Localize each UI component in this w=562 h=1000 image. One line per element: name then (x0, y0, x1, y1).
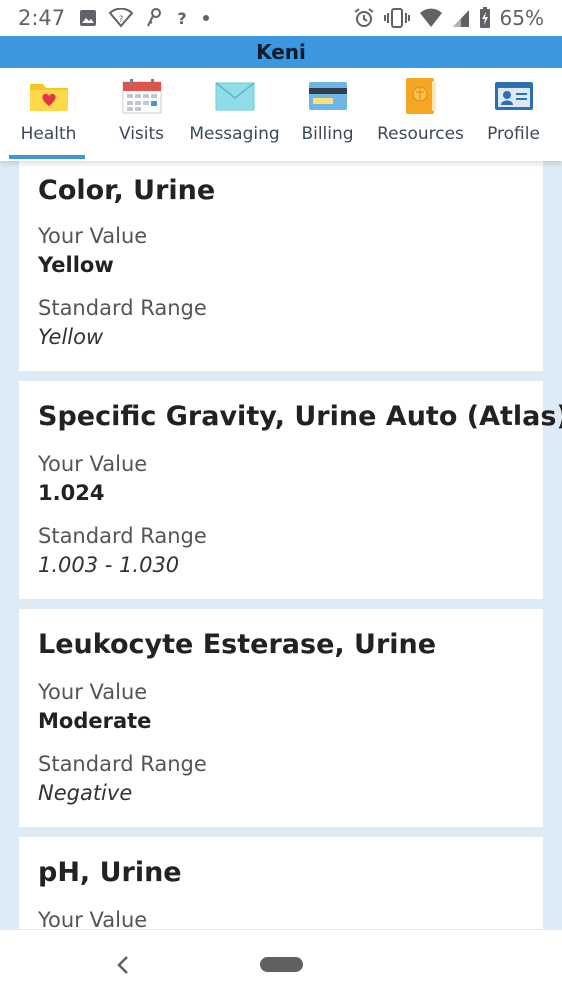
result-card: Specific Gravity, Urine Auto (Atlas) You… (19, 381, 562, 599)
folder-heart-icon (28, 78, 70, 114)
app-header: Keni (0, 36, 562, 68)
results-list[interactable]: Color, Urine Your Value Yellow Standard … (0, 161, 562, 929)
status-left-icons: ? ? (79, 7, 211, 29)
result-title: Specific Gravity, Urine Auto (Atlas) (38, 401, 562, 432)
battery-percent: 65% (499, 6, 544, 30)
range-label: Standard Range (38, 752, 207, 776)
result-card: Leukocyte Esterase, Urine Your Value Mod… (19, 609, 543, 827)
result-card: Color, Urine Your Value Yellow Standard … (19, 161, 543, 371)
envelope-icon (214, 78, 256, 114)
help-question-icon: ? (175, 8, 189, 28)
tab-health-label: Health (20, 124, 77, 144)
tab-visits[interactable]: Visits (95, 68, 188, 161)
svg-text:?: ? (119, 15, 124, 25)
result-title: Leukocyte Esterase, Urine (38, 629, 437, 660)
standard-range: Negative (38, 781, 133, 805)
app-title: Keni (256, 40, 306, 64)
book-icon (400, 78, 442, 114)
dot-icon (201, 13, 211, 23)
credit-card-icon (307, 78, 349, 114)
result-value: Moderate (38, 709, 152, 733)
result-title: Color, Urine (38, 175, 216, 206)
value-label: Your Value (38, 224, 148, 248)
tab-profile-label: Profile (487, 124, 540, 144)
tab-billing[interactable]: Billing (281, 68, 374, 161)
result-value: 1.024 (38, 481, 105, 505)
tab-messaging-label: Messaging (189, 124, 280, 144)
system-nav-bar (0, 929, 562, 1000)
status-right-icons: 65% (353, 6, 544, 30)
alarm-icon (353, 7, 375, 29)
value-label: Your Value (38, 908, 148, 929)
tab-resources[interactable]: Resources (374, 68, 467, 161)
active-tab-indicator (9, 155, 85, 159)
tab-health[interactable]: Health (2, 68, 95, 161)
tab-resources-label: Resources (377, 124, 464, 144)
status-time: 2:47 (18, 6, 66, 30)
tab-billing-label: Billing (301, 124, 354, 144)
chevron-left-icon[interactable] (110, 950, 136, 980)
range-label: Standard Range (38, 296, 207, 320)
status-bar: 2:47 ? ? 65% (0, 0, 562, 36)
vibrate-icon (383, 7, 410, 29)
home-pill-icon[interactable] (260, 957, 303, 972)
main-nav: Health Visits Messaging Billing Resource… (0, 68, 562, 161)
tab-messaging[interactable]: Messaging (188, 68, 281, 161)
calendar-icon (121, 78, 163, 114)
value-label: Your Value (38, 452, 148, 476)
wifi-question-icon: ? (109, 8, 134, 28)
standard-range: 1.003 - 1.030 (38, 553, 180, 577)
result-value: Yellow (38, 253, 114, 277)
battery-icon (479, 7, 491, 29)
tab-visits-label: Visits (118, 124, 165, 144)
id-card-icon (493, 78, 535, 114)
result-title: pH, Urine (38, 857, 182, 888)
tab-profile[interactable]: Profile (467, 68, 560, 161)
value-label: Your Value (38, 680, 148, 704)
range-label: Standard Range (38, 524, 207, 548)
image-icon (79, 9, 97, 27)
wifi-icon (419, 8, 443, 28)
key-icon (145, 7, 163, 29)
result-card: pH, Urine Your Value (19, 837, 543, 929)
svg-text:?: ? (178, 9, 187, 28)
signal-icon (452, 8, 470, 28)
standard-range: Yellow (38, 325, 104, 349)
